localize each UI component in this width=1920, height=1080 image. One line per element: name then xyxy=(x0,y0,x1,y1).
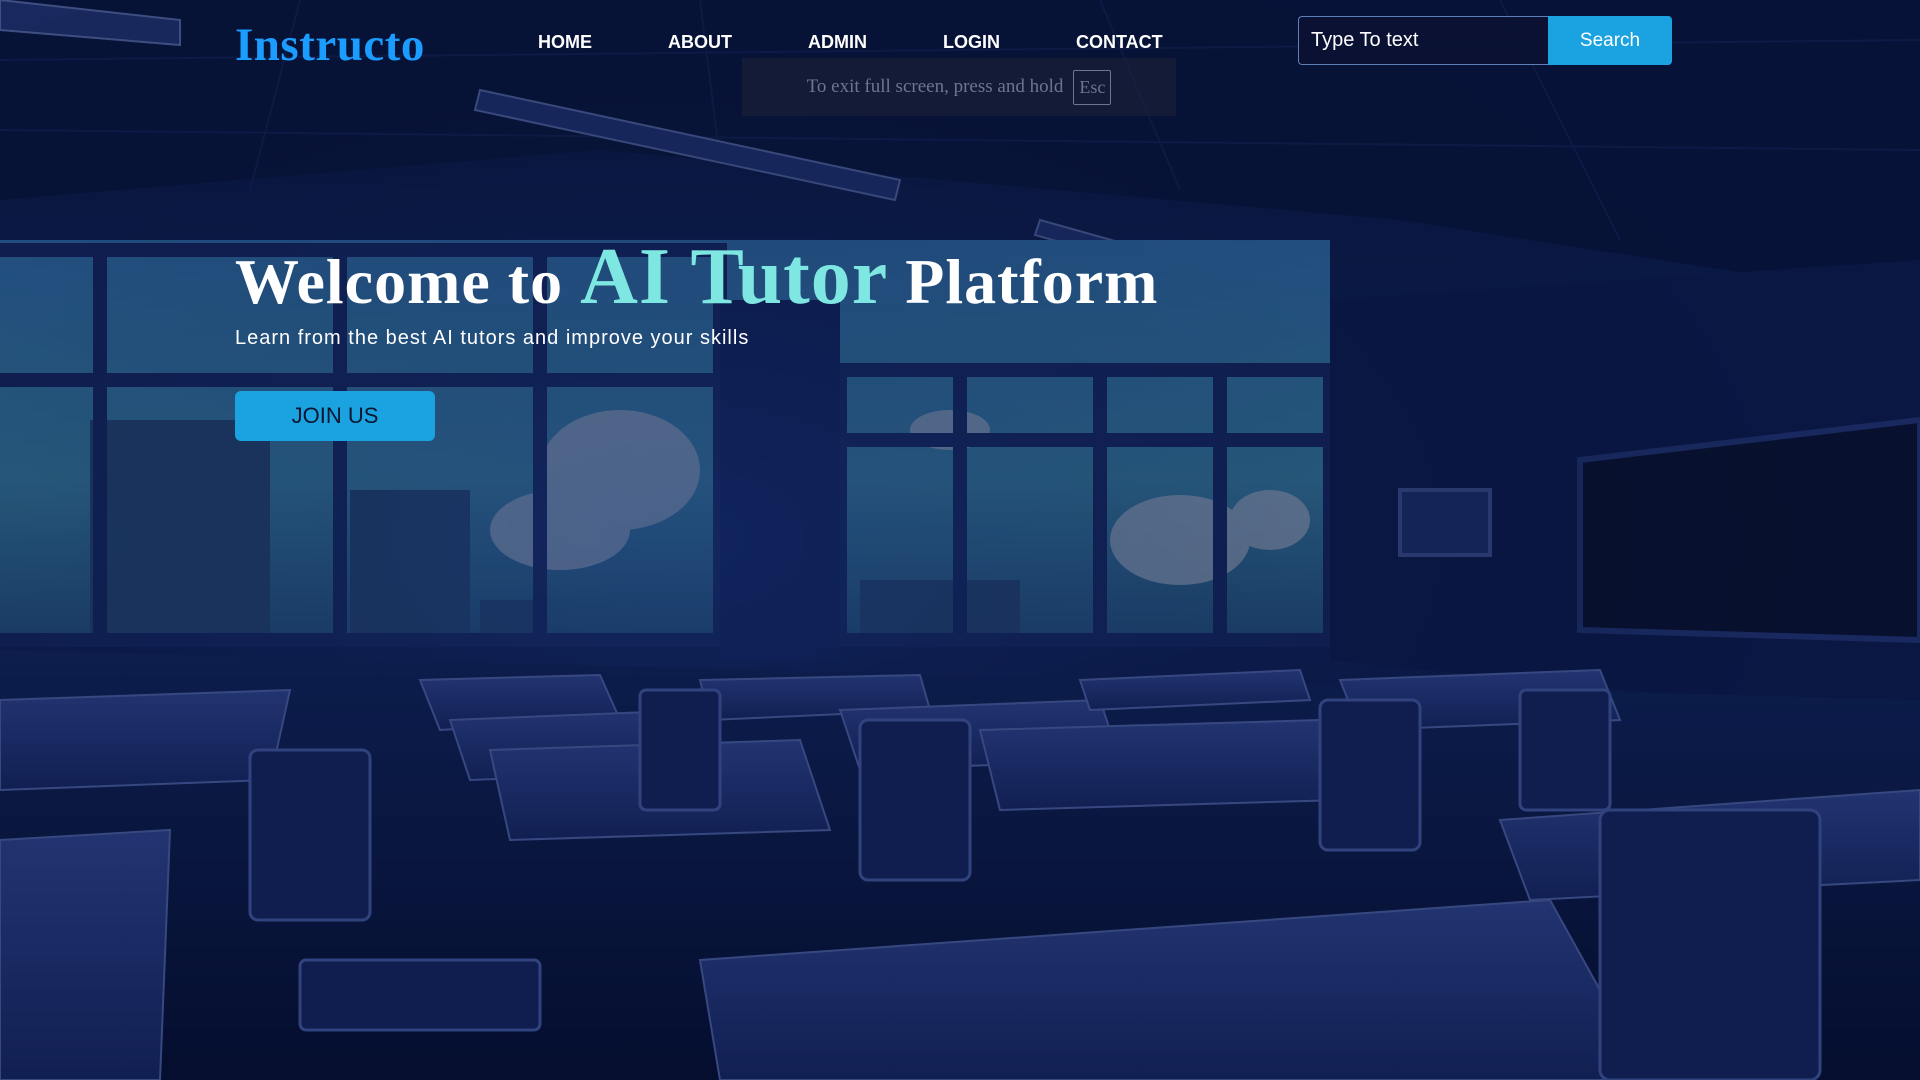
site-logo[interactable]: Instructo xyxy=(235,18,425,72)
nav-link-admin[interactable]: ADMIN xyxy=(808,32,867,53)
landing-page: Instructo HOME ABOUT ADMIN LOGIN CONTACT… xyxy=(0,0,1920,1080)
esc-key-hint: Esc xyxy=(1073,69,1112,105)
classroom-background-image xyxy=(0,0,1920,1080)
hero-title-accent: AI Tutor xyxy=(580,233,889,321)
hero-title-prefix: Welcome to xyxy=(235,246,564,317)
fullscreen-exit-notice: To exit full screen, press and hold Esc xyxy=(742,58,1176,116)
search-button[interactable]: Search xyxy=(1548,16,1672,65)
nav-link-login[interactable]: LOGIN xyxy=(943,32,1000,53)
nav-link-home[interactable]: HOME xyxy=(538,32,592,53)
hero-title: Welcome to AI Tutor Platform xyxy=(235,232,1158,323)
search-input[interactable] xyxy=(1298,16,1548,65)
join-us-button[interactable]: JOIN US xyxy=(235,391,435,441)
hero-title-suffix: Platform xyxy=(905,246,1159,317)
nav-link-about[interactable]: ABOUT xyxy=(668,32,732,53)
fullscreen-notice-text: To exit full screen, press and hold xyxy=(806,76,1064,97)
hero-subtitle: Learn from the best AI tutors and improv… xyxy=(235,327,750,349)
nav-link-contact[interactable]: CONTACT xyxy=(1076,32,1163,53)
search-form: Search xyxy=(1298,16,1672,65)
main-nav: HOME ABOUT ADMIN LOGIN CONTACT xyxy=(538,32,1239,53)
